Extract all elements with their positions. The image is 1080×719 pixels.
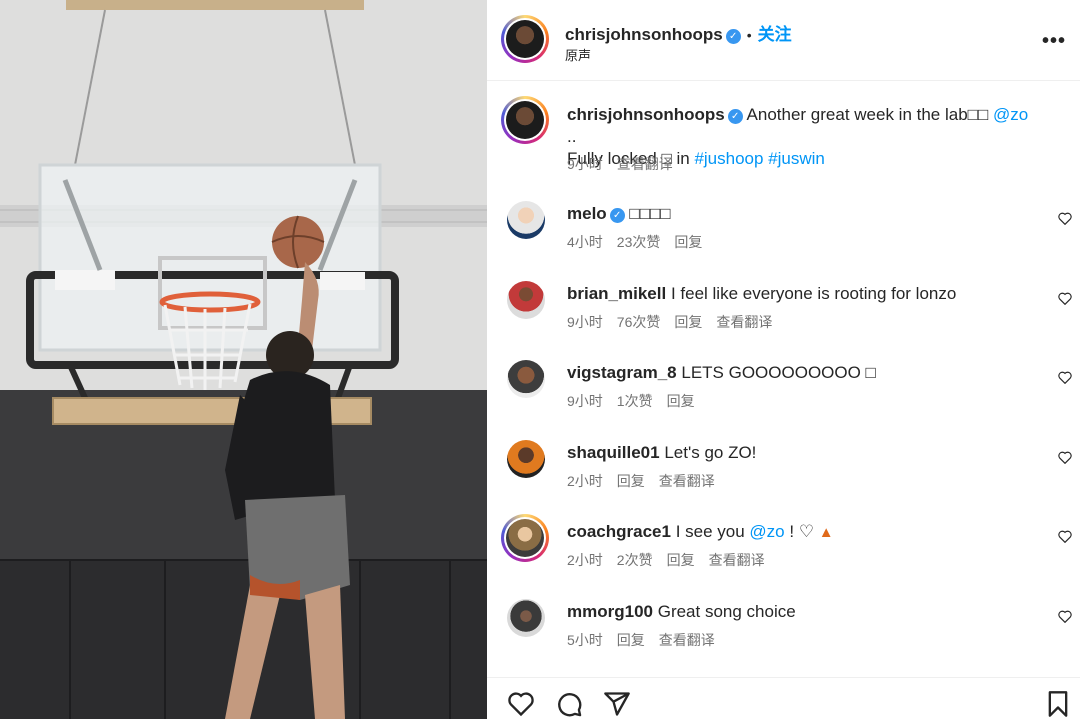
comment-username[interactable]: shaquille01 [567, 443, 660, 462]
header-divider [487, 80, 1080, 81]
comment-username[interactable]: mmorg100 [567, 602, 653, 621]
comment-item: melo ✓ □□□□ 4小时 23次赞 回复 [487, 198, 1080, 268]
comment-username[interactable]: vigstagram_8 [567, 363, 677, 382]
comment-meta: 2小时 2次赞 回复 查看翻译 [567, 550, 779, 570]
comment-text: melo ✓ □□□□ [567, 203, 1040, 225]
heart-icon[interactable] [1058, 212, 1072, 225]
author-line: chrisjohnsonhoops ✓ • 关注 [565, 20, 792, 45]
comment-item: vigstagram_8 LETS GOOOOOOOOO □ 9小时 1次赞 回复 [487, 357, 1080, 427]
audio-label[interactable]: 原声 [565, 45, 591, 64]
reply-button[interactable]: 回复 [674, 314, 702, 330]
comment-icon[interactable] [555, 690, 583, 718]
comment-avatar[interactable] [507, 360, 545, 398]
caption-ellipsis: .. [567, 127, 577, 146]
comment-username[interactable]: brian_mikell [567, 284, 666, 303]
reply-button[interactable]: 回复 [617, 473, 645, 489]
comment-username[interactable]: coachgrace1 [567, 522, 671, 541]
comment-body: Great song choice [657, 602, 796, 621]
comment-text: brian_mikell I feel like everyone is roo… [567, 283, 1040, 305]
heart-icon[interactable] [1058, 530, 1072, 543]
reply-button[interactable]: 回复 [667, 552, 695, 568]
caption-translate-link[interactable]: 查看翻译 [617, 156, 673, 172]
comment-meta: 9小时 76次赞 回复 查看翻译 [567, 312, 786, 332]
comment-time: 9小时 [567, 393, 603, 409]
comment-body: □□□□ [629, 204, 671, 223]
comment-likes[interactable]: 1次赞 [617, 393, 653, 409]
comment-body: I feel like everyone is rooting for lonz… [670, 284, 957, 303]
comment-text: shaquille01 Let's go ZO! [567, 442, 1040, 464]
caption-time: 9小时 [567, 156, 603, 172]
comment-meta: 4小时 23次赞 回复 [567, 232, 716, 252]
comment-body-end: ! ♡ [789, 522, 815, 541]
comment-item: shaquille01 Let's go ZO! 2小时 回复 查看翻译 [487, 437, 1080, 507]
comment-item: brian_mikell I feel like everyone is roo… [487, 278, 1080, 348]
comment-time: 2小时 [567, 473, 603, 489]
post-header: chrisjohnsonhoops ✓ • 关注 原声 ••• [487, 0, 1080, 80]
comment-text: mmorg100 Great song choice [567, 601, 1040, 623]
reply-button[interactable]: 回复 [617, 632, 645, 648]
verified-badge-icon: ✓ [725, 29, 741, 44]
caption-author-username[interactable]: chrisjohnsonhoops [567, 105, 725, 124]
post-action-bar [487, 677, 1080, 719]
verified-badge-icon: ✓ [609, 208, 625, 223]
comment-avatar[interactable] [507, 201, 545, 239]
caption-meta: 9小时 查看翻译 [567, 154, 687, 174]
heart-icon[interactable] [1058, 610, 1072, 623]
comment-mention[interactable]: @zo [749, 522, 784, 541]
comment-likes[interactable]: 23次赞 [617, 234, 661, 250]
translate-link[interactable]: 查看翻译 [716, 314, 772, 330]
comment-body: I see you [675, 522, 745, 541]
bookmark-icon[interactable] [1044, 690, 1072, 718]
comment-likes[interactable]: 76次赞 [617, 314, 661, 330]
caption-line1: Another great week in the lab□□ [746, 105, 989, 124]
caption-mention[interactable]: @zo [993, 105, 1028, 124]
comment-body: LETS GOOOOOOOOO □ [681, 363, 876, 382]
translate-link[interactable]: 查看翻译 [659, 632, 715, 648]
heart-icon[interactable] [1058, 451, 1072, 464]
heart-icon[interactable] [1058, 371, 1072, 384]
comment-avatar[interactable] [507, 281, 545, 319]
comment-meta: 5小时 回复 查看翻译 [567, 630, 729, 650]
comment-text: coachgrace1 I see you @zo ! ♡ ▲ [567, 521, 1040, 544]
dunk-photo-illustration [0, 0, 487, 719]
reply-button[interactable]: 回复 [667, 393, 695, 409]
reply-button[interactable]: 回复 [674, 234, 702, 250]
caption-author-avatar[interactable] [501, 96, 549, 144]
comment-username[interactable]: melo [567, 204, 607, 223]
comment-item: coachgrace1 I see you @zo ! ♡ ▲ 2小时 2次赞 回复… [487, 514, 1080, 586]
post-detail-panel: chrisjohnsonhoops ✓ • 关注 原声 ••• chrisjohnso… [487, 0, 1080, 719]
heart-icon[interactable] [1058, 292, 1072, 305]
heart-icon[interactable] [507, 690, 535, 718]
comment-avatar[interactable] [501, 514, 549, 562]
translate-link[interactable]: 查看翻译 [659, 473, 715, 489]
comment-likes[interactable]: 2次赞 [617, 552, 653, 568]
comment-time: 4小时 [567, 234, 603, 250]
follow-button[interactable]: 关注 [758, 25, 792, 44]
fire-icon: ▲ [818, 524, 834, 541]
post-photo[interactable] [0, 0, 487, 719]
verified-badge-icon: ✓ [727, 109, 743, 124]
comment-body: Let's go ZO! [664, 443, 757, 462]
comment-time: 5小时 [567, 632, 603, 648]
comment-avatar[interactable] [507, 599, 545, 637]
share-icon[interactable] [603, 690, 631, 718]
comment-time: 2小时 [567, 552, 603, 568]
comment-text: vigstagram_8 LETS GOOOOOOOOO □ [567, 362, 1040, 384]
post-caption: chrisjohnsonhoops ✓ Another great week in… [487, 96, 1080, 186]
comment-item: mmorg100 Great song choice 5小时 回复 查看翻译 [487, 596, 1080, 666]
separator-dot: • [746, 27, 752, 43]
comment-meta: 9小时 1次赞 回复 [567, 391, 709, 411]
author-username[interactable]: chrisjohnsonhoops [565, 25, 723, 44]
translate-link[interactable]: 查看翻译 [709, 552, 765, 568]
author-avatar[interactable] [501, 15, 549, 63]
comment-avatar[interactable] [507, 440, 545, 478]
more-horizontal-icon[interactable]: ••• [1042, 30, 1066, 53]
comment-meta: 2小时 回复 查看翻译 [567, 471, 729, 491]
hashtag-juswin[interactable]: #juswin [768, 149, 825, 168]
comment-time: 9小时 [567, 314, 603, 330]
hashtag-jushoop[interactable]: #jushoop [694, 149, 763, 168]
